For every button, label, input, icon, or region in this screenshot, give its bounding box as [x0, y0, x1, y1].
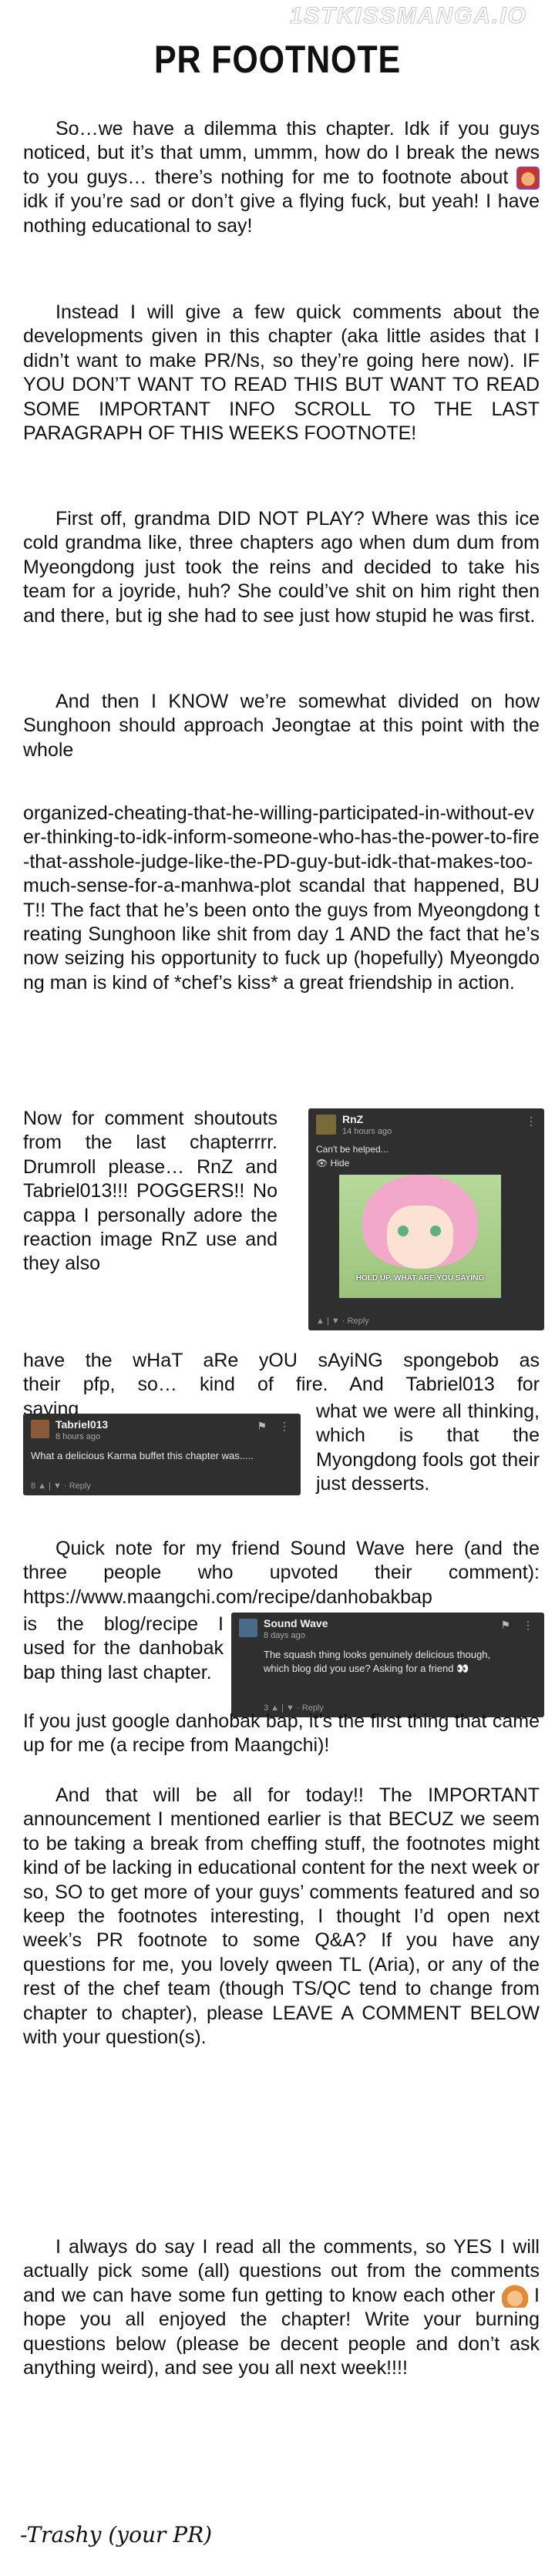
rnz-hide-toggle[interactable]: 👁 Hide: [316, 1156, 349, 1170]
soundwave-comment-card: Sound Wave 8 days ago ⚑ ⋮ The squash thi…: [231, 1613, 544, 1717]
closing-text: I always do say I read all the comments,…: [23, 2236, 540, 2306]
tabriel-reply-label: Reply: [69, 1481, 91, 1491]
soundwave-paragraph-end: If you just google danhobak bap, it’s th…: [23, 1710, 540, 1757]
site-watermark: 1STKISSMANGA.IO: [289, 3, 527, 29]
announcement-paragraph: And that will be all for today!! The IMP…: [23, 1784, 540, 2049]
soundwave-comment-text: The squash thing looks genuinely delicio…: [264, 1649, 491, 1674]
rnz-reply-label: Reply: [347, 1317, 369, 1326]
rnz-hide-label: Hide: [330, 1158, 350, 1169]
intro-text: So…we have a dilemma this chapter. Idk i…: [23, 118, 540, 188]
sunghoon-paragraph-intro: And then I KNOW we’re somewhat divided o…: [23, 691, 540, 761]
flag-icon[interactable]: ⚑: [500, 1619, 510, 1632]
tabriel-vote-bar[interactable]: 8 ▲ | ▼ · Reply: [31, 1481, 91, 1491]
sunghoon-paragraph-body: organized-cheating-that-he-willing-parti…: [23, 802, 540, 994]
soundwave-avatar: [239, 1619, 257, 1637]
more-options-icon[interactable]: ⋮: [523, 1619, 533, 1632]
shoutout-paragraph-end: what we were all thinking, which is that…: [316, 1401, 540, 1495]
asides-paragraph: Instead I will give a few quick comments…: [23, 301, 540, 445]
cat-emoji-icon: [501, 2285, 528, 2309]
intro-paragraph: So…we have a dilemma this chapter. Idk i…: [23, 117, 540, 238]
intro-text-end: idk if you’re sad or don’t give a flying…: [23, 190, 540, 237]
tabriel-avatar: [31, 1420, 49, 1438]
soundwave-timestamp: 8 days ago: [264, 1631, 305, 1640]
grandma-paragraph: First off, grandma DID NOT PLAY? Where w…: [23, 508, 540, 627]
tabriel-comment-card: Tabriel013 8 hours ago ⚑ ⋮ What a delici…: [23, 1414, 301, 1495]
tabriel-vote-count: 8: [31, 1481, 36, 1491]
anime-eye-right: [430, 1226, 441, 1236]
signature: -Trashy (your PR): [20, 2522, 213, 2547]
tabriel-username: Tabriel013: [56, 1418, 109, 1431]
rnz-reply-link[interactable]: ▲ | ▼ · Reply: [316, 1317, 369, 1326]
reaction-image: HOLD UP, WHAT ARE YOU SAYING: [339, 1175, 501, 1298]
rnz-username: RnZ: [342, 1113, 364, 1125]
rnz-avatar: [316, 1115, 336, 1135]
rnz-comment-text: Can't be helped...: [316, 1144, 388, 1155]
page-title: PR FOOTNOTE: [153, 38, 402, 81]
tabriel-comment-text: What a delicious Karma buffet this chapt…: [31, 1450, 254, 1461]
more-options-icon[interactable]: ⋮: [526, 1115, 536, 1128]
rnz-comment-card: RnZ 14 hours ago ⋮ Can't be helped... 👁 …: [308, 1108, 544, 1330]
anime-eye-left: [398, 1226, 409, 1236]
rnz-timestamp: 14 hours ago: [342, 1127, 392, 1136]
soundwave-paragraph: Quick note for my friend Sound Wave here…: [23, 1538, 540, 1608]
tabriel-timestamp: 8 hours ago: [56, 1432, 101, 1441]
reaction-caption: HOLD UP, WHAT ARE YOU SAYING: [355, 1274, 485, 1283]
closing-paragraph: I always do say I read all the comments,…: [23, 2235, 540, 2380]
eye-icon: 👁: [316, 1158, 328, 1169]
flag-icon[interactable]: ⚑: [257, 1420, 267, 1433]
soundwave-username: Sound Wave: [264, 1617, 328, 1629]
more-options-icon[interactable]: ⋮: [279, 1420, 290, 1433]
anime-face-shape: [387, 1206, 453, 1269]
soundwave-paragraph-mid: is the blog/recipe I used for the danhob…: [23, 1613, 224, 1683]
shoutout-paragraph: Now for comment shoutouts from the last …: [23, 1108, 278, 1275]
face-emoji-icon: [516, 166, 540, 190]
